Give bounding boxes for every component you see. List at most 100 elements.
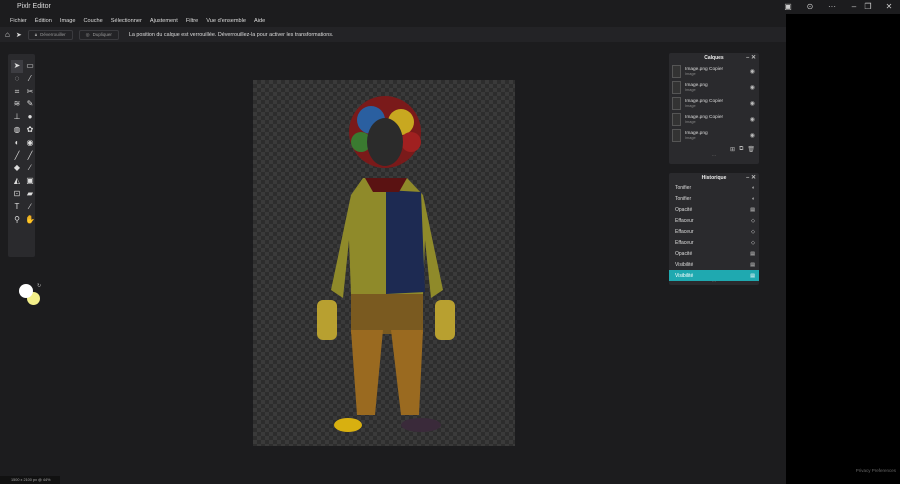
move-tool-icon[interactable]: ➤ — [16, 31, 22, 39]
lock-icon: 🔒︎ — [34, 32, 38, 37]
wand-tool-icon[interactable]: ⁄ — [24, 73, 36, 86]
menu-edition[interactable]: Édition — [35, 18, 52, 24]
history-item[interactable]: Tonifier ◐ — [669, 194, 759, 205]
calendar-icon[interactable]: ▣ — [780, 2, 796, 11]
menu-bar: Fichier Édition Image Couche Sélectionne… — [0, 14, 786, 27]
restore-button[interactable]: ❐ — [860, 2, 876, 11]
history-item[interactable]: Visibilité ▤ — [669, 259, 759, 270]
spot-tool-icon[interactable]: ✿ — [24, 124, 36, 137]
layers-window-controls[interactable]: – ✕ — [746, 53, 756, 63]
history-action-icon: ◇ — [751, 229, 755, 235]
fill-tool-icon[interactable]: ◭ — [11, 175, 23, 188]
pencil-tool-icon[interactable]: ╱ — [11, 150, 23, 163]
lasso-tool-icon[interactable]: ◌ — [11, 73, 23, 86]
smudge-tool-icon[interactable]: ∕ — [24, 162, 36, 175]
layer-type: Image — [685, 135, 696, 140]
history-label: Effaceur — [675, 218, 694, 225]
history-item[interactable]: Effaceur ◇ — [669, 237, 759, 248]
layer-thumbnail — [672, 96, 681, 110]
layer-row[interactable]: Image.png Copier Image ◉ — [669, 95, 759, 111]
status-bar: 1500 x 2100 px @ 44% — [0, 476, 60, 484]
history-label: Tonifier — [675, 196, 692, 203]
toolbox: ➤ ▭ ◌ ⁄ ⌗ ✂ ≋ ✎ ⊥ ● ◍ ✿ ◐ ◉ ╱ ╱ ◆ ∕ ◭ ▣ ⊡ ▰ T ∕ ⚲ ✋ ↻ — [8, 54, 41, 305]
burn-tool-icon[interactable]: ◉ — [24, 137, 36, 150]
arrange-tool-icon[interactable]: ➤ — [11, 60, 23, 73]
history-action-icon: ◇ — [751, 239, 755, 246]
duplicate-button[interactable]: ◎ Dupliquer — [78, 29, 119, 40]
menu-ajustement[interactable]: Ajustement — [150, 18, 178, 24]
crop-tool-icon[interactable]: ⌗ — [11, 86, 23, 99]
dodge-tool-icon[interactable]: ◐ — [11, 137, 23, 150]
side-area: Privacy Preferences — [786, 14, 900, 484]
zoom-icon[interactable]: ⊙ — [802, 2, 818, 11]
history-label: Opacité — [675, 250, 693, 257]
visibility-eye-icon[interactable]: ◉ — [750, 116, 755, 123]
menu-vue[interactable]: Vue d'ensemble — [206, 18, 246, 24]
privacy-link[interactable]: Privacy Preferences — [856, 468, 896, 473]
history-item[interactable]: Tonifier ◐ — [669, 183, 759, 194]
history-item[interactable]: Effaceur ◇ — [669, 227, 759, 238]
cut-tool-icon[interactable]: ✂ — [24, 86, 36, 99]
history-action-icon: ▤ — [750, 207, 755, 214]
swap-colors-icon[interactable]: ↻ — [37, 283, 41, 289]
layer-thumbnail — [672, 112, 681, 126]
unlock-button[interactable]: 🔒︎ Déverrouiller — [27, 29, 73, 40]
duplicate-icon: ◎ — [85, 31, 90, 37]
marquee-tool-icon[interactable]: ▭ — [24, 60, 36, 73]
brush-tool-icon[interactable]: ╱ — [24, 150, 36, 163]
layer-row[interactable]: Image.png Copier Image ◉ — [669, 111, 759, 127]
layer-thumbnail — [672, 64, 681, 78]
history-item[interactable]: Opacité ▤ — [669, 205, 759, 216]
visibility-eye-icon[interactable]: ◉ — [750, 84, 755, 91]
history-item[interactable]: Opacité ▤ — [669, 248, 759, 259]
drop-tool-icon[interactable]: ● — [24, 111, 36, 124]
clown-image — [317, 96, 455, 432]
history-window-controls[interactable]: – ✕ — [746, 173, 756, 183]
eraser-tool-icon[interactable]: ◆ — [11, 162, 23, 175]
menu-aide[interactable]: Aide — [254, 18, 265, 24]
visibility-eye-icon[interactable]: ◉ — [750, 132, 755, 139]
layer-row[interactable]: Image.png Copier Image ◉ — [669, 63, 759, 79]
add-layer-icon[interactable]: ⊞ — [730, 146, 735, 153]
menu-fichier[interactable]: Fichier — [10, 18, 27, 24]
layer-thumbnail — [672, 128, 681, 142]
shape-tool-icon[interactable]: ⊡ — [11, 188, 23, 201]
resize-grip[interactable]: ··· — [669, 280, 759, 286]
duplicate-layer-icon[interactable]: ⧉ — [739, 146, 743, 153]
close-button[interactable]: ✕ — [881, 2, 897, 11]
menu-couche[interactable]: Couche — [83, 18, 102, 24]
delete-layer-icon[interactable]: 🗑︎ — [747, 146, 755, 153]
resize-grip[interactable]: ··· — [669, 154, 759, 160]
history-header: Historique – ✕ — [669, 173, 759, 183]
text-tool-icon[interactable]: T — [11, 201, 23, 214]
history-item[interactable]: Effaceur ◇ — [669, 216, 759, 227]
title-bar: Pixlr Editor ▣ ⊙ ··· – ❐ ✕ — [0, 0, 900, 14]
foreground-color-swatch[interactable] — [19, 284, 33, 298]
layer-thumbnail — [672, 80, 681, 94]
layer-row[interactable]: Image.png Image ◉ — [669, 127, 759, 143]
menu-image[interactable]: Image — [60, 18, 76, 24]
image-canvas[interactable] — [253, 80, 515, 446]
history-label: Effaceur — [675, 229, 694, 235]
heal-tool-icon[interactable]: ✎ — [24, 98, 36, 111]
layer-name: Image.png Copier — [685, 98, 724, 104]
history-label: Effaceur — [675, 239, 694, 246]
options-toolbar: ⌂ ➤ 🔒︎ Déverrouiller ◎ Dupliquer La positi… — [0, 27, 786, 42]
clone-tool-icon[interactable]: ⊥ — [11, 111, 23, 124]
app-title: Pixlr Editor — [17, 3, 51, 10]
hand-tool-icon[interactable]: ✋ — [24, 214, 36, 227]
visibility-eye-icon[interactable]: ◉ — [750, 68, 755, 75]
layer-row[interactable]: Image.png Image ◉ — [669, 79, 759, 95]
menu-selectionner[interactable]: Sélectionner — [111, 18, 142, 24]
zoom-tool-icon[interactable]: ⚲ — [11, 214, 23, 227]
liquify-tool-icon[interactable]: ≋ — [11, 98, 23, 111]
gradient-tool-icon[interactable]: ▣ — [24, 175, 36, 188]
home-icon[interactable]: ⌂ — [5, 30, 10, 39]
layers-title: Calques — [704, 55, 724, 61]
visibility-eye-icon[interactable]: ◉ — [750, 100, 755, 107]
eyedropper-tool-icon[interactable]: ∕ — [24, 201, 36, 214]
menu-filtre[interactable]: Filtre — [186, 18, 198, 24]
more-icon[interactable]: ··· — [824, 2, 840, 11]
sticker-tool-icon[interactable]: ▰ — [24, 188, 36, 201]
sponge-tool-icon[interactable]: ◍ — [11, 124, 23, 137]
